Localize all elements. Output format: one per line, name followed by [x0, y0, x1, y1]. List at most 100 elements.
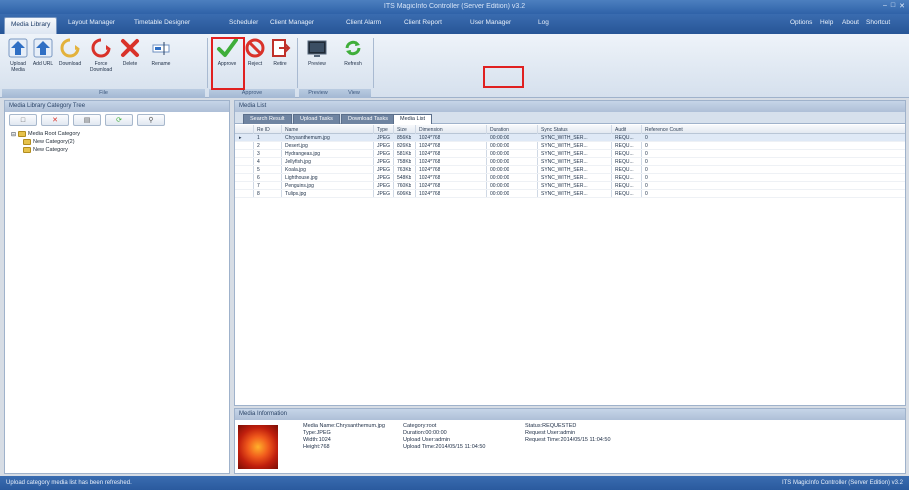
menu-log[interactable]: Log [538, 19, 549, 26]
column-header[interactable]: Type [377, 127, 388, 133]
menu-help[interactable]: Help [820, 19, 833, 26]
table-row[interactable]: ▸ 1 Chrysanthemum.jpg JPEG 856Kb 1024*768 00:0… [235, 134, 905, 142]
rename-category-button[interactable]: ▤ [73, 114, 101, 126]
add-url-button[interactable]: Add URL [31, 37, 55, 67]
table-row[interactable]: 7 Penguins.jpg JPEG 760Kb 1024*768 00:00:00 SY… [235, 182, 905, 190]
media-info-column-3: Status:REQUESTED Request User:admin Requ… [525, 423, 611, 444]
menu-shortcut[interactable]: Shortcut [866, 19, 890, 26]
reject-button[interactable]: Reject [243, 37, 267, 67]
column-header[interactable]: Re ID [257, 127, 270, 133]
table-cell: 1024*768 [419, 183, 441, 189]
menu-client-alarm[interactable]: Client Alarm [346, 19, 381, 26]
media-upload-time: Upload Time:2014/05/15 11:04:50 [403, 444, 486, 450]
menu-about[interactable]: About [842, 19, 859, 26]
tree-node-child[interactable]: New Category [11, 146, 223, 154]
tab-upload-tasks[interactable]: Upload Tasks [293, 114, 340, 124]
refresh-button[interactable]: Refresh [341, 37, 365, 67]
media-list-title: Media List [235, 101, 905, 112]
table-cell: 8 [257, 191, 260, 197]
column-header[interactable]: Duration [490, 127, 509, 133]
rename-button[interactable]: Rename [146, 37, 176, 67]
download-button[interactable]: Download [56, 37, 84, 67]
menu-bar: Media Library Layout Manager Timetable D… [0, 14, 909, 34]
media-info-column-2: Category:root Duration:00:00:00 Upload U… [403, 423, 485, 451]
upload-media-button[interactable]: Upload Media [6, 37, 30, 73]
category-tree: ⊟ Media Root Category New Category(2) Ne… [5, 128, 229, 156]
retire-button[interactable]: Retire [268, 37, 292, 67]
menu-client-manager[interactable]: Client Manager [270, 19, 314, 26]
category-tree-title: Media Library Category Tree [5, 101, 229, 112]
table-cell: 1024*768 [419, 143, 441, 149]
media-request-time: Request Time:2014/05/15 11:04:50 [525, 437, 611, 443]
table-cell: 00:00:00 [490, 159, 510, 165]
column-header[interactable]: Reference Count [645, 127, 683, 133]
force-download-icon [91, 38, 111, 58]
tab-search-result[interactable]: Search Result [243, 114, 292, 124]
table-row[interactable]: 2 Desert.jpg JPEG 826Kb 1024*768 00:00:00 SYNC… [235, 142, 905, 150]
table-cell: 1024*768 [419, 159, 441, 165]
delete-button[interactable]: Delete [118, 37, 142, 67]
table-row[interactable]: 5 Koala.jpg JPEG 763Kb 1024*768 00:00:00 SYNC_… [235, 166, 905, 174]
table-cell: 0 [645, 175, 648, 181]
tree-node-root[interactable]: ⊟ Media Root Category [11, 130, 223, 138]
table-row[interactable]: 4 Jellyfish.jpg JPEG 758Kb 1024*768 00:00:00 S… [235, 158, 905, 166]
media-info-title: Media Information [235, 409, 905, 420]
tree-node-child[interactable]: New Category(2) [11, 138, 223, 146]
menu-user-manager[interactable]: User Manager [470, 19, 511, 26]
ribbon-group-preview-title: Preview [299, 89, 337, 98]
table-cell: REQU... [615, 175, 634, 181]
column-header[interactable]: Name [285, 127, 298, 133]
table-cell: JPEG [377, 143, 391, 149]
table-row[interactable]: 6 Lighthouse.jpg JPEG 548Kb 1024*768 00:00:00… [235, 174, 905, 182]
window-title: ITS MagicInfo Controller (Server Edition… [383, 3, 526, 10]
ribbon-group-file: Upload Media Add URL Download Force Down… [2, 34, 205, 98]
table-cell: Desert.jpg [285, 143, 308, 149]
table-cell: 826Kb [397, 143, 412, 149]
search-category-button[interactable]: ⚲ [137, 114, 165, 126]
collapse-icon[interactable]: ⊟ [11, 131, 16, 138]
table-cell: REQU... [615, 191, 634, 197]
close-button[interactable]: ✕ [899, 2, 905, 10]
table-cell: 758Kb [397, 159, 412, 165]
column-header[interactable]: Size [397, 127, 407, 133]
table-row[interactable]: 8 Tulips.jpg JPEG 606Kb 1024*768 00:00:00 SYNC… [235, 190, 905, 198]
force-download-button[interactable]: Force Download [87, 37, 115, 73]
column-header[interactable]: Audit [615, 127, 626, 133]
preview-button[interactable]: Preview [305, 37, 329, 67]
ribbon-separator [207, 38, 208, 88]
refresh-category-button[interactable]: ⟳ [105, 114, 133, 126]
media-category: Category:root [403, 423, 437, 429]
table-cell: Lighthouse.jpg [285, 175, 318, 181]
menu-client-report[interactable]: Client Report [404, 19, 442, 26]
delete-category-button[interactable]: ✕ [41, 114, 69, 126]
menu-media-library[interactable]: Media Library [4, 17, 58, 34]
add-url-icon [33, 38, 53, 58]
menu-scheduler[interactable]: Scheduler [229, 19, 258, 26]
media-width: Width:1024 [303, 437, 331, 443]
table-cell: REQU... [615, 167, 634, 173]
table-cell: Hydrangeas.jpg [285, 151, 321, 157]
menu-layout-manager[interactable]: Layout Manager [68, 19, 115, 26]
ribbon-separator [373, 38, 374, 88]
maximize-button[interactable]: □ [891, 2, 895, 10]
menu-options[interactable]: Options [790, 19, 812, 26]
tab-download-tasks[interactable]: Download Tasks [341, 114, 395, 124]
table-header: Re ID Name Type Size Dimension Duration … [235, 125, 905, 134]
table-cell: 0 [645, 151, 648, 157]
table-cell: 00:00:00 [490, 151, 510, 157]
delete-icon [121, 39, 139, 57]
table-cell: 1024*768 [419, 191, 441, 197]
column-header[interactable]: Dimension [419, 127, 443, 133]
column-header[interactable]: Sync Status [541, 127, 568, 133]
table-cell: 7 [257, 183, 260, 189]
row-indicator-icon: ▸ [239, 135, 242, 141]
media-info-panel: Media Information Media Name:Chrysanthem… [234, 408, 906, 474]
tree-node-label: Media Root Category [28, 131, 81, 137]
folder-icon [23, 147, 31, 153]
tab-media-list[interactable]: Media List [393, 114, 433, 124]
menu-timetable-designer[interactable]: Timetable Designer [134, 19, 190, 26]
minimize-button[interactable]: – [883, 2, 887, 10]
table-cell: SYNC_WITH_SER... [541, 183, 588, 189]
table-row[interactable]: 3 Hydrangeas.jpg JPEG 581Kb 1024*768 00:00:00… [235, 150, 905, 158]
new-category-button[interactable]: □ [9, 114, 37, 126]
